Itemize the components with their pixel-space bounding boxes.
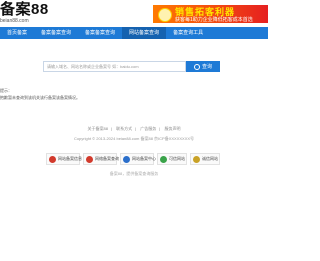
copyright: Copyright © 2013-2024 beian88.com 备案88 京… — [73, 136, 195, 141]
site-logo[interactable]: 备案88 beian88.com — [0, 1, 49, 25]
main-nav: 首页备案 备案备案查询 备案备案查询 网站备案查询 备案查询工具 — [0, 27, 268, 39]
footer-link-terms[interactable]: 服务声明 — [164, 126, 180, 131]
search-button[interactable]: 查询 — [186, 61, 220, 72]
police-emblem-icon — [86, 155, 93, 163]
badge-network-query[interactable]: 网络备案查询 — [83, 153, 119, 165]
footer-link-ads[interactable]: 广告服务 — [140, 126, 156, 131]
medal-icon — [193, 155, 200, 163]
result-text: 抱歉暂未查询到该机关该行备案该备案情况。 — [0, 95, 80, 100]
search-bar: 请输入域名、网站名称或企业备案号 如：baidu.com 查询 — [43, 61, 220, 72]
logo-text: 备案88 — [0, 1, 49, 18]
logo-domain: beian88.com — [0, 18, 29, 24]
check-shield-icon — [160, 155, 167, 163]
badge-beian-center[interactable]: 网站备案中心 — [120, 153, 156, 165]
nav-item-beian-query-2[interactable]: 备案备案查询 — [78, 27, 122, 39]
nav-item-site-query[interactable]: 网站备案查询 — [122, 27, 167, 39]
footer-note: 备案88，提供备案查询服务 — [109, 171, 159, 176]
police-emblem-icon — [49, 155, 56, 163]
footer-link-contact[interactable]: 联系方式 — [116, 126, 132, 131]
nav-item-home[interactable]: 首页备案 — [0, 27, 34, 39]
search-input[interactable]: 请输入域名、网站名称或企业备案号 如：baidu.com — [43, 61, 186, 72]
rocket-icon — [158, 8, 172, 22]
banner-subtitle: 获客每1助力企业降低拓客成本首选 — [175, 17, 253, 23]
nav-item-tools[interactable]: 备案查询工具 — [166, 27, 210, 39]
result-message: 提示： 抱歉暂未查询到该机关该行备案该备案情况。 — [0, 87, 80, 101]
footer-link-about[interactable]: 关于备案88 — [88, 126, 108, 131]
badge-credible-site[interactable]: 诚信网站 — [190, 153, 220, 165]
badge-beian-info[interactable]: 网站备案信息 — [46, 153, 82, 165]
ad-banner[interactable]: 销售拓客利器 获客每1助力企业降低拓客成本首选 — [153, 5, 268, 23]
footer-links: 关于备案88 | 联系方式 | 广告服务 | 服务声明 — [87, 126, 181, 131]
shield-icon — [123, 155, 130, 163]
result-title: 提示： — [0, 88, 12, 93]
search-button-label: 查询 — [201, 64, 212, 70]
badge-trusted-site[interactable]: 可信网站 — [157, 153, 187, 165]
trust-badges: 网站备案信息 网络备案查询 网站备案中心 可信网站 诚信网站 — [46, 153, 226, 166]
search-icon — [193, 63, 200, 70]
nav-item-beian-query[interactable]: 备案备案查询 — [34, 27, 78, 39]
